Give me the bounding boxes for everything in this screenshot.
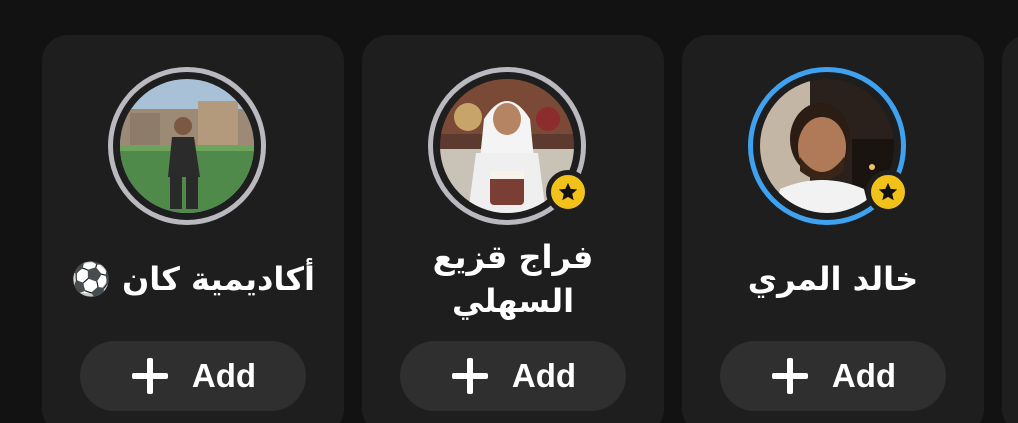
add-button-label: Add [831, 357, 897, 394]
suggestion-name[interactable]: أكاديمية كان ⚽️ [52, 257, 334, 301]
suggestion-name[interactable]: خالد المري [692, 257, 974, 301]
add-button-label: Add [191, 357, 257, 394]
plus-icon [451, 358, 488, 394]
add-friend-button[interactable]: Add [400, 341, 626, 411]
avatar[interactable] [120, 79, 254, 213]
close-friend-star-badge [546, 170, 590, 214]
suggestion-card-partial[interactable] [1002, 35, 1018, 423]
avatar-photo [120, 79, 254, 213]
star-icon [878, 182, 898, 201]
close-friend-star-badge [866, 170, 910, 214]
plus-icon [131, 358, 168, 394]
add-button-label: Add [511, 357, 577, 394]
add-friend-button[interactable]: Add [80, 341, 306, 411]
add-friend-button[interactable]: Add [720, 341, 946, 411]
avatar-ring [108, 67, 266, 225]
plus-icon [771, 358, 808, 394]
suggestion-card[interactable]: خالد المري Add [682, 35, 984, 423]
suggestion-name[interactable]: فراج قزيع السهلي [372, 235, 654, 323]
suggested-friends-carousel: أكاديمية كان ⚽️ Add فراج قزيع السهلي Add… [0, 0, 1018, 423]
star-icon [558, 182, 578, 201]
suggestion-card[interactable]: فراج قزيع السهلي Add [362, 35, 664, 423]
suggestion-card[interactable]: أكاديمية كان ⚽️ Add [42, 35, 344, 423]
